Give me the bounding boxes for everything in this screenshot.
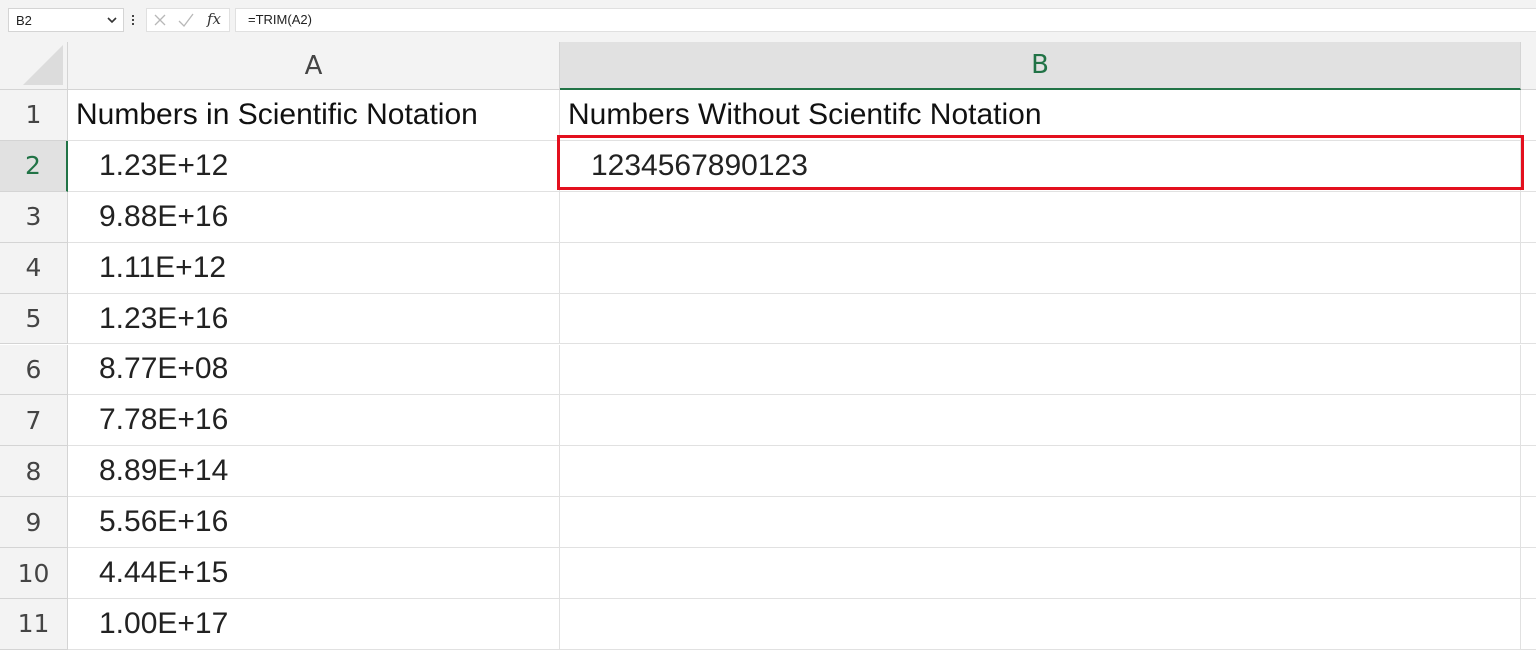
select-all-triangle-icon <box>23 45 63 85</box>
cell-a9[interactable]: 5.56E+16 <box>68 497 560 549</box>
cell-b9[interactable] <box>560 497 1521 549</box>
formula-buttons: fx <box>146 8 230 32</box>
cell-a7[interactable]: 7.78E+16 <box>68 395 560 447</box>
row-header-8[interactable]: 8 <box>0 446 68 498</box>
cell-c10[interactable] <box>1521 548 1536 599</box>
formula-bar: B2 fx =TRIM(A2) <box>0 0 1536 42</box>
check-icon[interactable] <box>177 12 195 28</box>
row-header-5[interactable]: 5 <box>0 293 68 345</box>
cell-c3[interactable] <box>1521 192 1536 243</box>
row-header-9[interactable]: 9 <box>0 497 68 549</box>
cell-b7[interactable] <box>560 395 1521 447</box>
name-box[interactable]: B2 <box>8 8 124 32</box>
cell-c7[interactable] <box>1521 395 1536 447</box>
name-box-value: B2 <box>16 12 32 28</box>
cell-a11[interactable]: 1.00E+17 <box>68 599 560 650</box>
cell-b2[interactable]: 1234567890123 <box>560 140 1521 192</box>
more-options-icon[interactable] <box>131 10 135 30</box>
select-all-corner[interactable] <box>0 42 68 90</box>
column-header-b[interactable]: B <box>560 42 1521 90</box>
cell-b5[interactable] <box>560 293 1521 345</box>
cell-a8[interactable]: 8.89E+14 <box>68 446 560 498</box>
row-header-2[interactable]: 2 <box>0 140 68 192</box>
cell-b10[interactable] <box>560 548 1521 599</box>
row-header-1[interactable]: 1 <box>0 90 68 141</box>
cell-a4[interactable]: 1.11E+12 <box>68 242 560 294</box>
cell-a10[interactable]: 4.44E+15 <box>68 548 560 599</box>
row-header-4[interactable]: 4 <box>0 242 68 294</box>
cell-c11[interactable] <box>1521 599 1536 650</box>
chevron-down-icon[interactable] <box>104 12 120 28</box>
cell-b8[interactable] <box>560 446 1521 498</box>
row-header-10[interactable]: 10 <box>0 548 68 599</box>
cell-c2[interactable] <box>1521 141 1536 192</box>
cell-a5[interactable]: 1.23E+16 <box>68 293 560 345</box>
cell-a1[interactable]: Numbers in Scientific Notation <box>68 90 560 141</box>
cancel-icon[interactable] <box>152 12 168 28</box>
cell-c6[interactable] <box>1521 345 1536 396</box>
cell-b4[interactable] <box>560 242 1521 294</box>
spreadsheet-grid: A B 1 Numbers in Scientific Notation Numbers… <box>0 42 1536 651</box>
cell-c9[interactable] <box>1521 497 1536 549</box>
cell-c5[interactable] <box>1521 294 1536 345</box>
formula-input[interactable]: =TRIM(A2) <box>235 8 1536 32</box>
cell-b6[interactable] <box>560 344 1521 396</box>
cell-b11[interactable] <box>560 599 1521 650</box>
cell-b1[interactable]: Numbers Without Scientifc Notation <box>560 90 1521 141</box>
row-header-11[interactable]: 11 <box>0 599 68 650</box>
insert-function-icon[interactable]: fx <box>207 10 221 28</box>
cell-c4[interactable] <box>1521 243 1536 294</box>
row-header-6[interactable]: 6 <box>0 344 68 396</box>
row-header-7[interactable]: 7 <box>0 395 68 447</box>
cell-a3[interactable]: 9.88E+16 <box>68 191 560 243</box>
cell-a6[interactable]: 8.77E+08 <box>68 344 560 396</box>
cell-a2[interactable]: 1.23E+12 <box>68 140 560 192</box>
row-header-3[interactable]: 3 <box>0 191 68 243</box>
column-header-c[interactable] <box>1521 42 1536 90</box>
column-header-a[interactable]: A <box>68 42 560 90</box>
cell-c8[interactable] <box>1521 446 1536 498</box>
cell-b3[interactable] <box>560 191 1521 243</box>
cell-c1[interactable] <box>1521 90 1536 141</box>
